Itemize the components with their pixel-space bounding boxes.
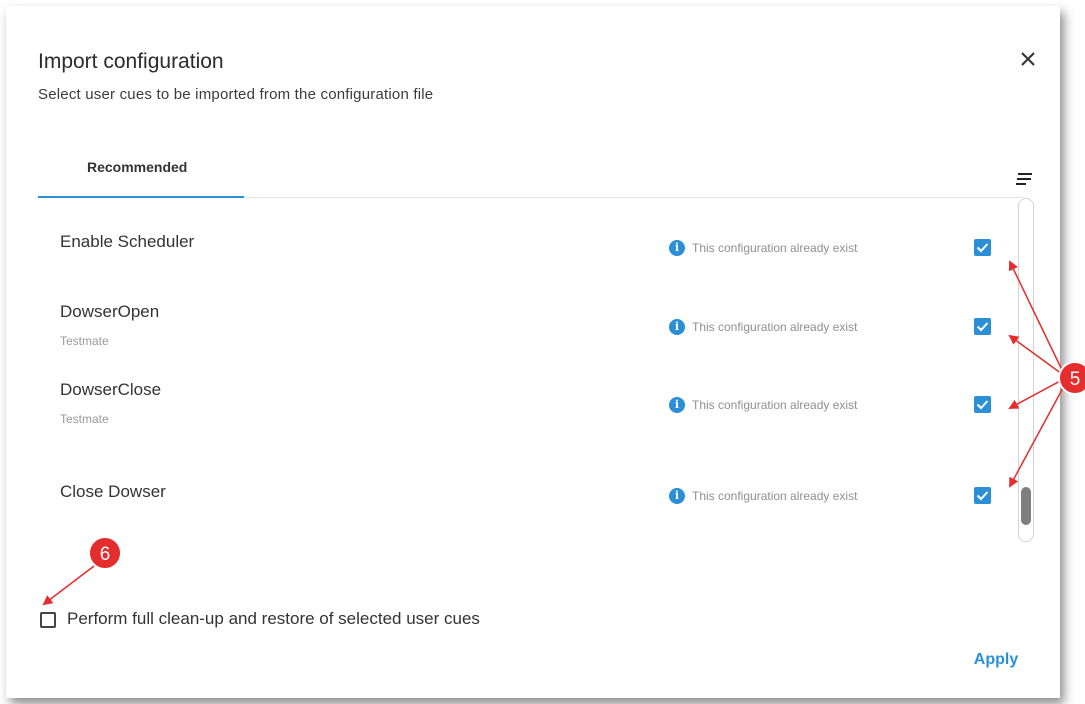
apply-button[interactable]: Apply: [966, 646, 1026, 674]
check-icon: [976, 491, 989, 501]
status-text: This configuration already exist: [692, 489, 858, 503]
scrollbar-thumb[interactable]: [1021, 487, 1031, 525]
item-name: DowserClose: [60, 380, 162, 399]
status-message: i This configuration already exist: [669, 488, 929, 506]
tab-divider: [244, 197, 1023, 198]
status-text: This configuration already exist: [692, 241, 858, 255]
annotation-badge-5: 5: [1058, 361, 1085, 395]
cleanup-checkbox[interactable]: [40, 612, 56, 628]
check-icon: [976, 243, 989, 253]
annotation-badge-6: 6: [88, 536, 122, 570]
list-item: Close Dowser i This configuration alread…: [6, 476, 1060, 536]
item-subtitle: Testmate: [60, 334, 109, 348]
info-icon: i: [669, 397, 685, 413]
item-checkbox[interactable]: [974, 396, 991, 413]
status-message: i This configuration already exist: [669, 397, 929, 415]
item-name: Close Dowser: [60, 482, 166, 501]
info-icon: i: [669, 240, 685, 256]
list-item: DowserClose Testmate i This configuratio…: [6, 374, 1060, 434]
import-configuration-dialog: Import configuration Select user cues to…: [6, 6, 1060, 698]
item-name: Enable Scheduler: [60, 232, 195, 251]
scrollbar[interactable]: [1018, 198, 1034, 542]
item-checkbox[interactable]: [974, 239, 991, 256]
tab-label: Recommended: [87, 159, 188, 175]
tab-recommended[interactable]: Recommended: [38, 148, 244, 198]
item-name: DowserOpen: [60, 302, 160, 321]
cleanup-label: Perform full clean-up and restore of sel…: [67, 609, 480, 628]
list-item: Enable Scheduler i This configuration al…: [6, 226, 1060, 286]
info-icon: i: [669, 319, 685, 335]
item-subtitle: Testmate: [60, 412, 109, 426]
status-text: This configuration already exist: [692, 398, 858, 412]
filter-button[interactable]: [1014, 171, 1034, 187]
close-icon: [1021, 52, 1035, 66]
status-message: i This configuration already exist: [669, 240, 929, 258]
check-icon: [976, 400, 989, 410]
item-checkbox[interactable]: [974, 487, 991, 504]
filter-icon: [1016, 173, 1032, 185]
check-icon: [976, 322, 989, 332]
dialog-title: Import configuration: [38, 50, 224, 73]
info-icon: i: [669, 488, 685, 504]
close-button[interactable]: [1015, 46, 1041, 72]
item-checkbox[interactable]: [974, 318, 991, 335]
list-item: DowserOpen Testmate i This configuration…: [6, 296, 1060, 356]
status-message: i This configuration already exist: [669, 319, 929, 337]
status-text: This configuration already exist: [692, 320, 858, 334]
dialog-subtitle: Select user cues to be imported from the…: [38, 86, 434, 103]
